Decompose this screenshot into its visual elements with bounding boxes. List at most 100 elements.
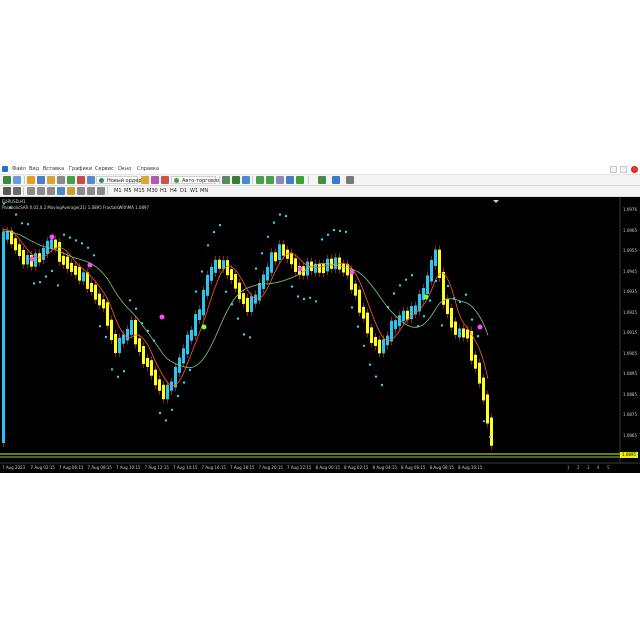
sar-dot <box>104 335 108 339</box>
candle <box>486 394 489 424</box>
chart-shift-icon[interactable] <box>77 176 85 184</box>
time-axis-label: 7 Aug 10:15 <box>116 465 141 470</box>
time-axis-label: 8 Aug 06:15 <box>401 465 426 470</box>
candlestick-icon[interactable] <box>232 176 240 184</box>
price-axis-label: 1.0915 <box>623 330 637 335</box>
candle <box>42 247 45 261</box>
zoom-out-icon[interactable] <box>266 176 274 184</box>
candle <box>482 377 485 401</box>
sar-dot <box>308 296 312 299</box>
vertical-line-icon[interactable] <box>27 187 35 195</box>
menu-help[interactable]: Справка <box>137 166 159 173</box>
candle <box>210 266 213 281</box>
chart-shift2-icon[interactable] <box>296 176 304 184</box>
sell-signal-marker <box>29 256 35 262</box>
candle <box>234 273 237 289</box>
maximize-button[interactable] <box>620 166 627 173</box>
sar-dot <box>110 368 114 371</box>
fibonacci-icon[interactable] <box>67 187 75 195</box>
profiles-icon[interactable] <box>13 176 21 184</box>
chart-tab[interactable]: 3 <box>587 465 590 470</box>
sar-dot <box>230 303 234 306</box>
menu-tools[interactable]: Сервис <box>95 166 114 173</box>
market-icon[interactable] <box>161 176 169 184</box>
signals-icon[interactable] <box>151 176 159 184</box>
sar-dot <box>260 252 264 255</box>
sar-dot <box>2 202 6 205</box>
navigator-icon[interactable] <box>47 176 55 184</box>
time-axis-label: 7 Aug 12:15 <box>144 465 169 470</box>
separator <box>107 187 108 195</box>
horizontal-line-icon[interactable] <box>37 187 45 195</box>
sar-dot <box>224 290 228 293</box>
trendline-icon[interactable] <box>47 187 55 195</box>
candle <box>266 266 269 281</box>
zoom-in-icon[interactable] <box>256 176 264 184</box>
sar-dot <box>434 279 438 283</box>
candle <box>450 308 453 328</box>
time-axis-label: 7 Aug 08:15 <box>87 465 112 470</box>
sar-dot <box>476 335 480 338</box>
terminal-icon[interactable] <box>57 176 65 184</box>
sar-dot <box>356 325 360 328</box>
indicators-icon[interactable] <box>318 176 326 184</box>
tile-windows-icon[interactable] <box>276 176 284 184</box>
label-icon[interactable] <box>87 187 95 195</box>
data-window-icon[interactable] <box>37 176 45 184</box>
sar-dot <box>200 270 204 273</box>
candle <box>170 381 173 391</box>
candle <box>362 306 365 319</box>
sell-signal-marker <box>87 262 93 268</box>
time-axis-label: 7 Aug 06:15 <box>59 465 84 470</box>
market-watch-icon[interactable] <box>27 176 35 184</box>
templates-icon[interactable] <box>346 176 354 184</box>
autoscroll-icon[interactable] <box>286 176 294 184</box>
sar-dot <box>368 363 372 366</box>
buy-signal-marker <box>201 324 207 330</box>
sar-dot <box>152 339 156 342</box>
new-chart-icon[interactable] <box>3 176 11 184</box>
close-button[interactable] <box>631 166 638 173</box>
sar-dot <box>422 315 426 318</box>
candle <box>86 272 89 289</box>
candle <box>458 328 461 338</box>
menu-charts[interactable]: Графики <box>69 166 92 173</box>
text-icon[interactable] <box>77 187 85 195</box>
line-chart-icon[interactable] <box>242 176 250 184</box>
menu-view[interactable]: Вид <box>29 166 39 173</box>
terminal-window: Файл Вид Вставка Графики Сервис Окно Спр… <box>0 165 640 473</box>
price-axis-label: 1.0865 <box>623 432 637 438</box>
sar-dot <box>86 246 90 249</box>
menu-window[interactable]: Окно <box>118 166 131 173</box>
chart-tab[interactable]: 1 <box>567 465 570 470</box>
navigator2-icon[interactable] <box>87 176 95 184</box>
candle <box>218 259 221 269</box>
sell-signal-marker <box>349 269 355 275</box>
time-axis-label: 7 Aug 02:15 <box>30 465 55 470</box>
candle <box>490 417 493 446</box>
minimize-button[interactable] <box>610 166 617 173</box>
sar-dot <box>134 307 138 310</box>
chart-tab[interactable]: 4 <box>597 465 600 470</box>
timeframe-mn[interactable]: MN <box>198 187 210 195</box>
metaeditor-icon[interactable] <box>141 176 149 184</box>
periods-icon[interactable] <box>332 176 340 184</box>
channel-icon[interactable] <box>57 187 65 195</box>
new-order-button[interactable]: Новый ордер <box>96 176 142 184</box>
bar-chart-icon[interactable] <box>222 176 230 184</box>
sar-dot <box>344 230 348 234</box>
candle <box>466 329 469 339</box>
arrow-icon[interactable] <box>97 187 105 195</box>
autotrade-button[interactable]: Авто-торговля <box>171 176 220 184</box>
menu-insert[interactable]: Вставка <box>43 166 64 173</box>
crosshair-icon[interactable] <box>13 187 21 195</box>
chart-tab[interactable]: 2 <box>577 465 580 470</box>
price-chart[interactable]: EURUSD,H1 ParabolicSAR 0.02,0.2 MovingAv… <box>0 197 640 473</box>
menu-file[interactable]: Файл <box>12 166 26 173</box>
candle <box>246 297 249 312</box>
candle <box>158 379 161 391</box>
cursor-icon[interactable] <box>3 187 11 195</box>
chart-tab[interactable]: 5 <box>607 465 610 470</box>
strategy-tester-icon[interactable] <box>67 176 75 184</box>
candle <box>282 244 285 256</box>
